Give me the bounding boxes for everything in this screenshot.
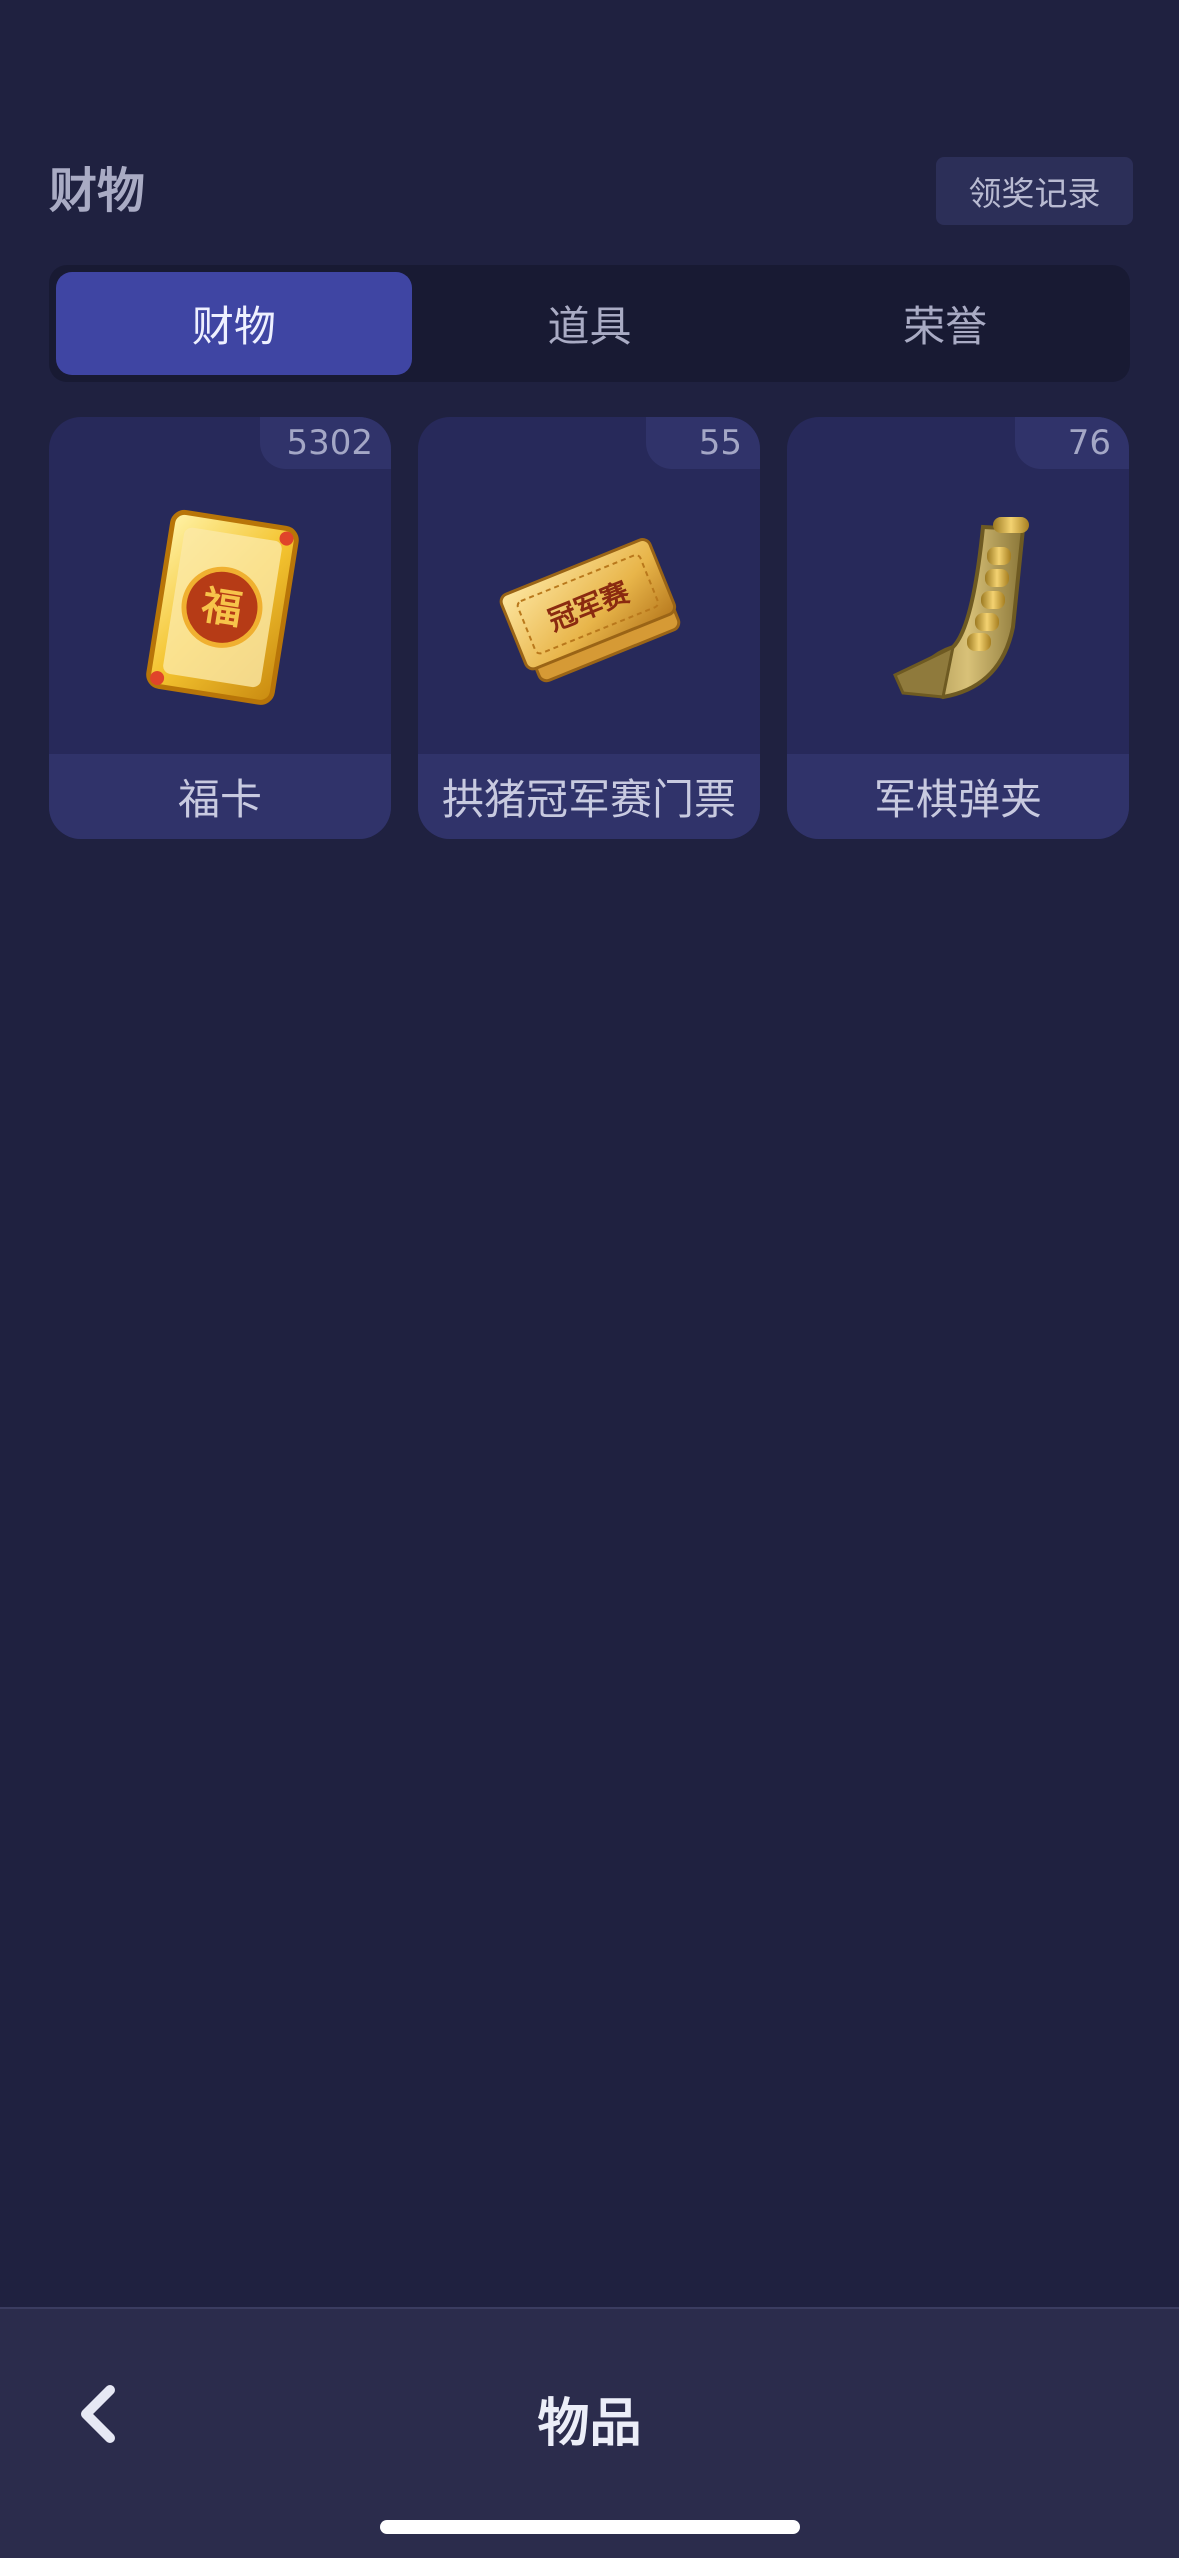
tab-props[interactable]: 道具 — [412, 272, 768, 375]
award-record-button[interactable]: 领奖记录 — [936, 157, 1133, 225]
item-card-ammo-clip[interactable]: 76 军棋弹夹 — [787, 417, 1129, 839]
item-count: 5302 — [260, 417, 391, 469]
item-count: 76 — [1015, 417, 1129, 469]
item-count: 55 — [646, 417, 760, 469]
tab-wealth[interactable]: 财物 — [56, 272, 412, 375]
item-card-ticket[interactable]: 55 冠军赛 拱猪冠军赛门票 — [418, 417, 760, 839]
item-name: 军棋弹夹 — [787, 754, 1129, 839]
item-grid: 5302 福 福卡 55 冠军赛 拱猪冠军赛门票 76 军棋弹夹 — [49, 417, 1130, 839]
home-indicator[interactable] — [380, 2520, 800, 2534]
fortune-card-icon: 福 — [49, 497, 391, 717]
item-name: 福卡 — [49, 754, 391, 839]
item-card-fortune-card[interactable]: 5302 福 福卡 — [49, 417, 391, 839]
header: 财物 领奖记录 — [49, 155, 1133, 225]
ticket-icon: 冠军赛 — [418, 497, 760, 717]
page-title: 财物 — [49, 163, 146, 219]
tab-honor[interactable]: 荣誉 — [767, 272, 1123, 375]
category-tabs: 财物 道具 荣誉 — [49, 265, 1130, 382]
svg-text:福: 福 — [197, 582, 245, 634]
item-name: 拱猪冠军赛门票 — [418, 754, 760, 839]
bottom-bar: 物品 — [0, 2307, 1179, 2558]
ammo-clip-icon — [787, 497, 1129, 717]
bottom-title: 物品 — [537, 2394, 642, 2454]
